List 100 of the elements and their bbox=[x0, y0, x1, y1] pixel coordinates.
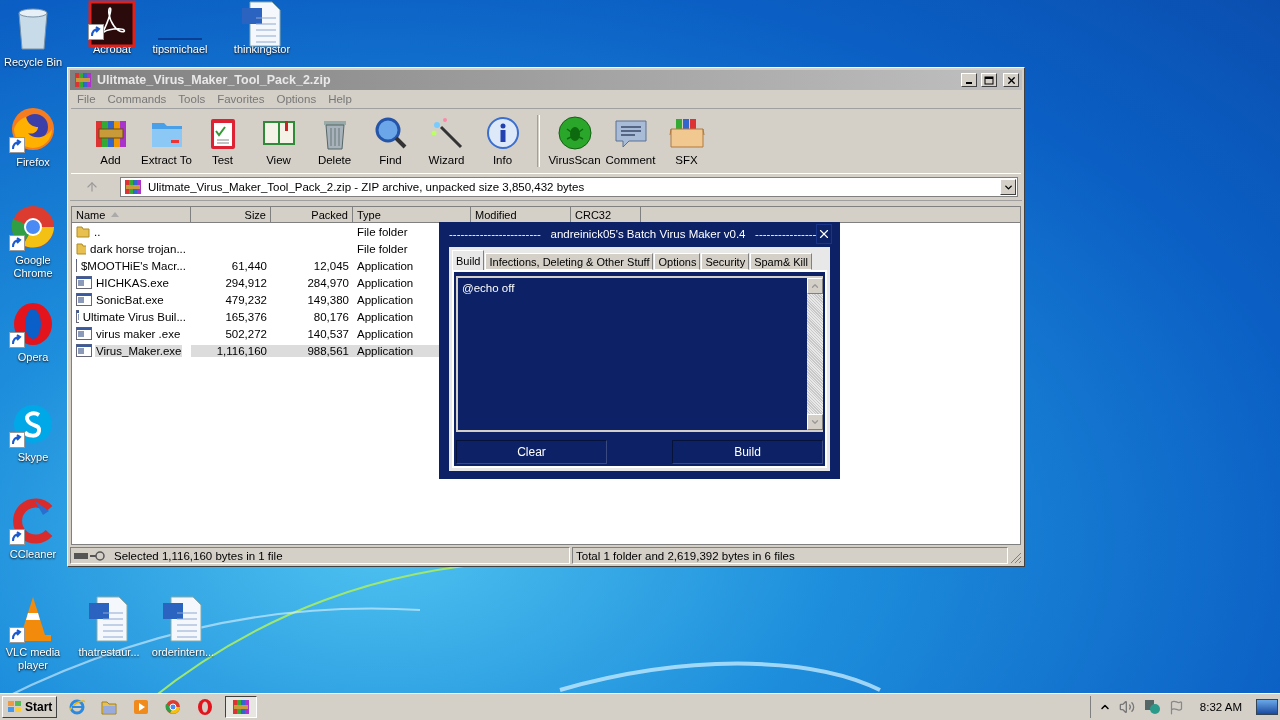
show-desktop-button[interactable] bbox=[1256, 699, 1278, 715]
toolbar-button[interactable]: Find bbox=[363, 113, 418, 166]
dark-line-icon bbox=[158, 38, 202, 40]
application-icon bbox=[76, 276, 92, 289]
toolbar-button[interactable]: VirusScan bbox=[547, 113, 602, 166]
table-cell-text: Application bbox=[356, 310, 415, 323]
up-arrow-icon bbox=[85, 180, 99, 194]
toolbar-button[interactable]: Add bbox=[83, 113, 138, 166]
desktop-icon-label[interactable]: tipsmichael bbox=[152, 43, 208, 56]
desktop-icon-label[interactable]: Google Chrome bbox=[0, 254, 66, 280]
folder-icon bbox=[76, 242, 87, 255]
table-cell-text: Application bbox=[356, 327, 415, 340]
column-header[interactable]: Type bbox=[353, 207, 471, 223]
dialog-button[interactable]: Build bbox=[672, 440, 823, 464]
bug-icon bbox=[556, 115, 593, 151]
table-cell-text: 284,970 bbox=[306, 276, 350, 289]
file-name: HICHKAS.exe bbox=[95, 276, 170, 289]
file-name: .. bbox=[93, 225, 102, 238]
file-name-cell[interactable]: virus maker .exe bbox=[72, 327, 191, 340]
resize-grip-icon[interactable] bbox=[1010, 552, 1022, 564]
column-header[interactable]: Modified bbox=[471, 207, 571, 223]
table-cell: 988,561 bbox=[271, 344, 353, 357]
status-text: Total 1 folder and 2,619,392 bytes in 6 files bbox=[576, 549, 795, 562]
minimize-button[interactable] bbox=[961, 73, 977, 87]
sort-arrow-icon bbox=[111, 212, 120, 217]
scrollbar[interactable] bbox=[807, 278, 823, 430]
script-editor[interactable]: @echo off bbox=[456, 276, 823, 432]
folder-icon bbox=[100, 698, 119, 716]
info-icon bbox=[484, 115, 521, 151]
status-text: Selected 1,116,160 bytes in 1 file bbox=[114, 549, 283, 562]
application-icon bbox=[76, 310, 79, 323]
start-button[interactable]: Start bbox=[2, 696, 58, 718]
table-cell-text: 165,376 bbox=[224, 310, 268, 323]
maximize-icon bbox=[984, 75, 994, 85]
toolbar-button[interactable]: Comment bbox=[603, 113, 658, 166]
document-app-icon bbox=[88, 0, 136, 48]
network-icon[interactable] bbox=[1142, 699, 1161, 715]
table-cell-text: 61,440 bbox=[230, 259, 268, 272]
toolbar-button[interactable]: SFX bbox=[659, 113, 714, 166]
file-name: Virus_Maker.exe bbox=[95, 344, 183, 357]
column-header[interactable]: Name bbox=[72, 207, 191, 223]
desktop-icon-label[interactable]: thinkingstor bbox=[233, 43, 291, 56]
table-cell-text: Application bbox=[356, 293, 415, 306]
tab[interactable]: Security bbox=[701, 253, 750, 270]
toolbar-button[interactable]: Info bbox=[475, 113, 530, 166]
dialog-button[interactable]: Clear bbox=[456, 440, 607, 464]
table-cell-text: 140,537 bbox=[306, 327, 350, 340]
table-cell-text: 502,272 bbox=[224, 327, 268, 340]
taskbar-app-button[interactable] bbox=[225, 696, 258, 718]
winrar-icon bbox=[231, 698, 252, 716]
speaker-icon[interactable] bbox=[1118, 699, 1135, 715]
winrar-icon bbox=[123, 178, 143, 196]
column-header[interactable]: Packed bbox=[271, 207, 353, 223]
tab[interactable]: Infections, Deleting & Other Stuff bbox=[485, 253, 654, 270]
address-field[interactable]: Ulitmate_Virus_Maker_Tool_Pack_2.zip - ZIP archive, unpacked size 3,850,432 bytes bbox=[120, 177, 1018, 197]
dialog-title: ------------------------ andreinick05's Batch Virus Maker v0.4 ---------------- bbox=[449, 228, 817, 240]
flag-icon[interactable] bbox=[1168, 699, 1184, 715]
close-icon bbox=[1005, 74, 1017, 86]
toolbar-button[interactable]: Extract To bbox=[139, 113, 194, 166]
file-name: virus maker .exe bbox=[95, 327, 182, 340]
tab[interactable]: Spam& Kill bbox=[750, 253, 812, 270]
media-player-icon bbox=[132, 698, 151, 716]
file-name-cell[interactable]: .. bbox=[72, 225, 191, 238]
column-header[interactable]: Size bbox=[191, 207, 271, 223]
file-name: SonicBat.exe bbox=[95, 293, 165, 306]
close-button[interactable] bbox=[816, 224, 833, 244]
desktop-icon-label[interactable]: Firefox bbox=[16, 156, 50, 169]
file-name-cell[interactable]: SonicBat.exe bbox=[72, 293, 191, 306]
toolbar-button[interactable]: Delete bbox=[307, 113, 362, 166]
column-header[interactable]: CRC32 bbox=[571, 207, 641, 223]
desktop-icon-label[interactable]: Opera bbox=[17, 351, 49, 364]
toolbar-button[interactable]: Wizard bbox=[419, 113, 474, 166]
winrar-icon bbox=[73, 71, 93, 89]
table-cell-text: File folder bbox=[356, 242, 409, 255]
desktop-icon-label[interactable]: Recycle Bin bbox=[3, 56, 63, 69]
table-cell: 1,116,160 bbox=[191, 344, 271, 357]
firefox-icon bbox=[9, 105, 57, 153]
scroll-down-icon bbox=[810, 417, 820, 427]
window-title: Ulitmate_Virus_Maker_Tool_Pack_2.zip bbox=[97, 73, 332, 87]
toolbar-button[interactable]: View bbox=[251, 113, 306, 166]
file-name: dark horse trojan... bbox=[89, 242, 187, 255]
opera-icon bbox=[196, 698, 215, 716]
application-icon bbox=[76, 293, 92, 306]
drive-key-icon bbox=[74, 550, 108, 561]
chrome-icon bbox=[9, 203, 57, 251]
chrome-icon bbox=[164, 698, 183, 716]
windows-flag-icon bbox=[7, 700, 23, 714]
tab[interactable]: Build bbox=[452, 250, 485, 270]
scroll-up-icon bbox=[810, 281, 820, 291]
maximize-button[interactable] bbox=[981, 73, 997, 87]
table-cell-text: 149,380 bbox=[306, 293, 350, 306]
table-cell-text: 479,232 bbox=[224, 293, 268, 306]
clock[interactable]: 8:32 AM bbox=[1199, 701, 1242, 713]
table-cell-text: 12,045 bbox=[312, 259, 350, 272]
application-icon bbox=[76, 327, 92, 340]
file-name-cell[interactable]: Virus_Maker.exe bbox=[72, 344, 191, 357]
tab[interactable]: Options bbox=[654, 253, 701, 270]
file-name-cell[interactable]: dark horse trojan... bbox=[72, 242, 191, 255]
toolbar-button[interactable]: Test bbox=[195, 113, 250, 166]
file-name-cell[interactable]: HICHKAS.exe bbox=[72, 276, 191, 289]
